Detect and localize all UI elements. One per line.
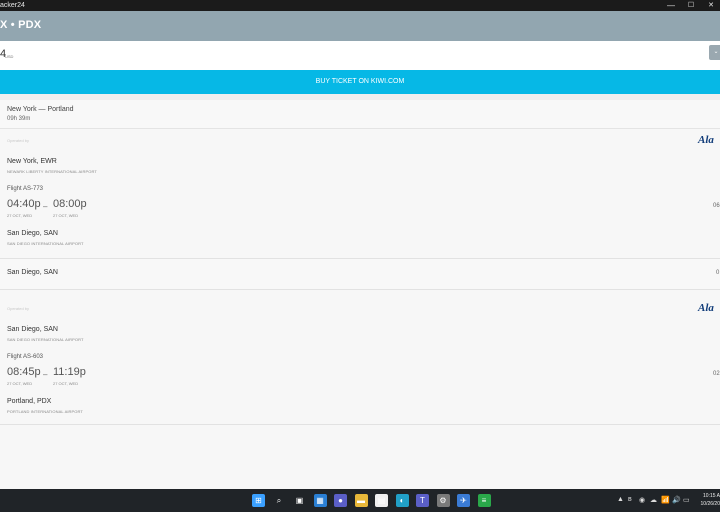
airline-logo: Ala [698, 302, 714, 314]
app-header: X • PDX [0, 11, 720, 41]
edge-icon[interactable]: ◐ [395, 494, 409, 507]
arrival-date: 27 OCT, WED [53, 213, 79, 218]
arrival-airport: SAN DIEGO INTERNATIONAL AIRPORT [7, 241, 84, 246]
maximize-icon[interactable]: ☐ [684, 0, 698, 11]
route-summary: New York — Portland 09h 39m [0, 100, 720, 129]
chat-icon[interactable]: ● [334, 494, 347, 507]
onedrive-icon[interactable]: ☁ [650, 496, 657, 504]
departure-place: New York, EWR [7, 158, 57, 165]
time-separator: – [43, 370, 48, 379]
route-duration: 09h 39m [7, 116, 31, 122]
flight-tracker-icon[interactable]: ✈ [457, 494, 470, 507]
layover-row: San Diego, SAN 0 [0, 259, 720, 290]
flight-number: Flight AS-773 [7, 186, 44, 192]
route-cities: New York — Portland [7, 106, 74, 113]
store-icon[interactable]: ▤ [375, 494, 388, 507]
flight-number: Flight AS-603 [7, 354, 44, 360]
departure-time: 04:40p [7, 198, 41, 210]
task-view-icon[interactable]: ▣ [293, 494, 306, 507]
operated-by-label: Operated by [7, 138, 30, 143]
window-title: acker24 [0, 2, 25, 9]
app-tray-icon[interactable]: ◉ [639, 496, 645, 504]
price-currency: USD [5, 54, 14, 59]
battery-icon[interactable]: ▭ [683, 496, 690, 504]
flight-segment: Operated by Ala New York, EWR NEWARK LIB… [0, 130, 720, 259]
arrival-time: 08:00p [53, 198, 87, 210]
layover-city: San Diego, SAN [7, 269, 58, 276]
operated-by-label: Operated by [7, 306, 30, 311]
arrival-date: 27 OCT, WED [53, 381, 79, 386]
departure-airport: NEWARK LIBERTY INTERNATIONAL AIRPORT [7, 169, 97, 174]
departure-date: 27 OCT, WED [7, 381, 33, 386]
segment-duration: 06 [713, 203, 720, 209]
departure-date: 27 OCT, WED [7, 213, 33, 218]
departure-airport: SAN DIEGO INTERNATIONAL AIRPORT [7, 337, 84, 342]
settings-icon[interactable]: ⚙ [436, 494, 450, 507]
arrival-place: San Diego, SAN [7, 230, 58, 237]
arrival-airport: PORTLAND INTERNATIONAL AIRPORT [7, 409, 83, 414]
widgets-icon[interactable]: ▦ [313, 494, 327, 507]
layover-duration: 0 [716, 270, 720, 276]
app-icon[interactable]: ≡ [477, 494, 491, 507]
start-icon[interactable]: ⊞ [252, 494, 265, 507]
departure-time: 08:45p [7, 366, 41, 378]
show-hidden-icons-icon[interactable]: ▲ [617, 496, 624, 503]
taskbar: ⊞ ⌕ ▣ ▦ ● ▬ ▤ ◐ T ⚙ ✈ ≡ ▲ ʙ ◉ ☁ 📶 🔊 ▭ 10:15 A 10/26/20 [0, 489, 720, 512]
close-icon[interactable]: ✕ [704, 0, 718, 11]
bluetooth-icon[interactable]: ʙ [628, 496, 632, 503]
price-row: 4 USD [0, 41, 720, 70]
clock-date: 10/26/20 [700, 501, 720, 507]
window-title-bar: acker24 — ☐ ✕ [0, 0, 720, 11]
search-icon[interactable]: ⌕ [272, 494, 286, 507]
departure-place: San Diego, SAN [7, 326, 58, 333]
arrival-time: 11:19p [53, 366, 86, 378]
teams-icon[interactable]: T [416, 494, 429, 507]
clock-time: 10:15 A [703, 493, 720, 499]
segment-duration: 02 [713, 371, 720, 377]
file-explorer-icon[interactable]: ▬ [354, 494, 368, 507]
chevron-down-icon[interactable]: ⌄ [709, 45, 720, 60]
taskbar-clock[interactable]: 10:15 A 10/26/20 [698, 492, 720, 508]
arrival-place: Portland, PDX [7, 398, 52, 405]
buy-ticket-button[interactable]: BUY TICKET ON KIWI.COM [0, 70, 720, 94]
wifi-icon[interactable]: 📶 [661, 496, 670, 504]
minimize-icon[interactable]: — [664, 0, 678, 11]
volume-icon[interactable]: 🔊 [672, 496, 681, 504]
route-title: X • PDX [0, 19, 42, 31]
flight-segment: Operated by Ala San Diego, SAN SAN DIEGO… [0, 290, 720, 425]
time-separator: – [43, 202, 48, 211]
airline-logo: Ala [698, 134, 714, 146]
